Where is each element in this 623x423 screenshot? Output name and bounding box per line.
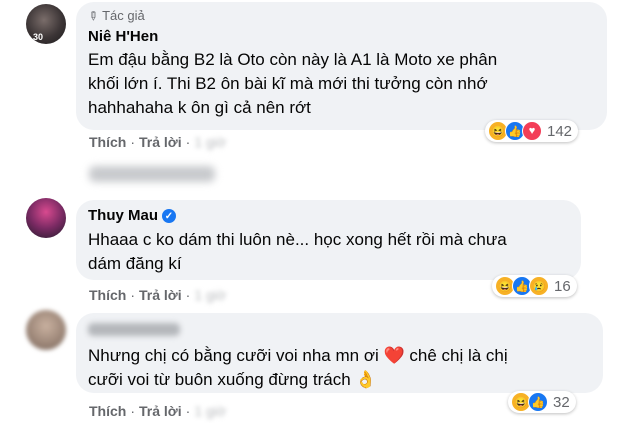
reply-button[interactable]: Trả lời [139, 287, 182, 303]
comment-text: Nhưng chị có bằng cưỡi voi nha mn ơi ❤️ … [88, 344, 591, 392]
avatar-blurred[interactable] [26, 310, 66, 350]
avatar[interactable]: 30 [26, 4, 66, 44]
author-badge: ✎ Tác giả [84, 6, 595, 25]
author-badge-label: Tác giả [102, 8, 145, 23]
reactions-summary[interactable]: 😆 👍 ♥ 142 [485, 120, 579, 142]
comment-bubble: Nhưng chị có bằng cưỡi voi nha mn ơi ❤️ … [76, 313, 603, 393]
comment-line: hahhahaha k ôn gì cả nên rớt [88, 98, 311, 117]
timestamp-blurred: 1 giờ [194, 287, 227, 303]
comment-bubble: ✎ Tác giả Niê H'Hen Em đậu bằng B2 là Ot… [76, 2, 607, 130]
comment-line: Nhưng chị có bằng cưỡi voi nha mn ơi ❤️ … [88, 346, 508, 365]
sad-icon: 😢 [529, 276, 549, 296]
comment-text: Hhaaa c ko dám thi luôn nè... học xong h… [88, 228, 569, 276]
reactions-summary[interactable]: 😆 👍 😢 16 [492, 275, 577, 297]
like-button[interactable]: Thích [89, 134, 126, 150]
comment-actions: Thích · Trả lời · 1 giờ [89, 134, 227, 150]
timestamp-blurred: 1 giờ [194, 134, 227, 150]
comment-author-name[interactable]: Niê H'Hen [88, 28, 595, 45]
verified-badge-icon: ✓ [162, 209, 176, 224]
love-icon: ♥ [522, 121, 542, 141]
comment-bubble: Thuy Mau ✓ Hhaaa c ko dám thi luôn nè... … [76, 200, 581, 280]
reactions-summary[interactable]: 😆 👍 32 [508, 391, 576, 413]
avatar[interactable] [26, 198, 66, 238]
comment-text: Em đậu bằng B2 là Oto còn này là A1 là M… [88, 48, 595, 120]
comment-author-name-blurred [88, 323, 180, 336]
like-button[interactable]: Thích [89, 287, 126, 303]
reply-button[interactable]: Trả lời [139, 134, 182, 150]
like-button[interactable]: Thích [89, 403, 126, 419]
avatar-badge: 30 [33, 32, 44, 42]
author-name-text: Thuy Mau [88, 207, 158, 224]
comment-line: khối lớn í. Thi B2 ôn bài kĩ mà mới thi … [88, 74, 488, 93]
comment-line: dám đăng kí [88, 254, 182, 273]
reply-button[interactable]: Trả lời [139, 403, 182, 419]
comment-actions: Thích · Trả lời · 1 giờ [89, 403, 227, 419]
like-icon: 👍 [528, 392, 548, 412]
reaction-count: 32 [553, 393, 570, 411]
comment-line: Hhaaa c ko dám thi luôn nè... học xong h… [88, 230, 507, 249]
reaction-count: 16 [554, 277, 571, 295]
view-replies-blurred [89, 166, 215, 182]
comment-actions: Thích · Trả lời · 1 giờ [89, 287, 227, 303]
pencil-icon: ✎ [84, 6, 102, 25]
comment-author-name[interactable]: Thuy Mau ✓ [88, 207, 569, 224]
comment-line: cưỡi voi từ buôn xuống đừng trách 👌 [88, 370, 377, 389]
comment-line: Em đậu bằng B2 là Oto còn này là A1 là M… [88, 50, 498, 69]
timestamp-blurred: 1 giờ [194, 403, 227, 419]
reaction-count: 142 [547, 122, 573, 140]
